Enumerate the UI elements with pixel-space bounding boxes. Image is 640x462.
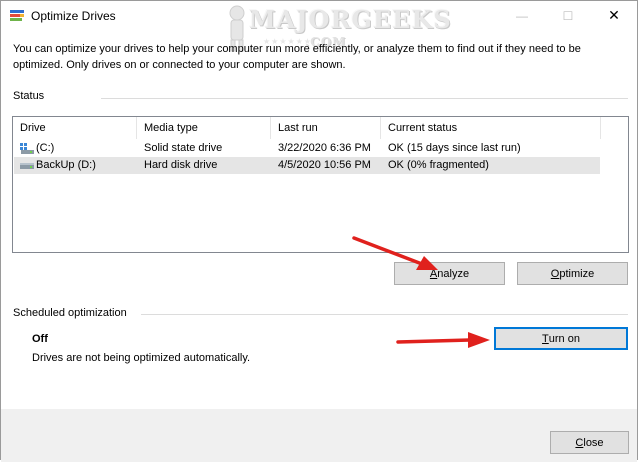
window-title: Optimize Drives [31,9,116,23]
media-type: Hard disk drive [144,159,218,171]
column-current-status[interactable]: Current status [381,117,601,139]
current-status: OK (0% fragmented) [388,159,489,171]
close-button[interactable]: Close [550,431,629,454]
description-text: You can optimize your drives to help you… [13,43,581,71]
column-last-run[interactable]: Last run [271,117,381,139]
column-drive-label: Drive [20,122,46,134]
schedule-state: Off [32,333,48,345]
optimize-drives-window: Optimize Drives — ☐ ✕ MAJORGEEKS ★★★★★★ … [0,0,638,462]
column-current-status-label: Current status [388,122,458,134]
drive-row-c[interactable]: (C:) Solid state drive 3/22/2020 6:36 PM… [14,140,600,157]
watermark-title: MAJORGEEKS [249,5,452,34]
scheduled-divider [141,314,628,315]
minimize-icon: — [516,8,528,23]
analyze-button[interactable]: Analyze [394,262,505,285]
optimize-accel: O [550,267,560,280]
defrag-app-icon [10,10,24,21]
analyze-label: nalyze [437,267,470,280]
hard-drive-icon [20,163,34,169]
drive-name: BackUp (D:) [36,159,96,171]
last-run: 3/22/2020 6:36 PM [278,142,371,154]
close-accel: C [575,436,584,449]
column-last-run-label: Last run [278,122,318,134]
dialog-footer: Close [1,409,637,462]
status-divider [101,98,628,99]
drives-list[interactable]: Drive Media type Last run Current status… [12,116,629,253]
drive-row-d[interactable]: BackUp (D:) Hard disk drive 4/5/2020 10:… [14,157,600,174]
drive-name: (C:) [36,142,55,154]
media-type: Solid state drive [144,142,223,154]
status-section-label: Status [13,90,45,102]
column-media-type-label: Media type [144,122,198,134]
minimize-button[interactable]: — [499,1,545,30]
turn-on-button[interactable]: Turn on [494,327,628,350]
maximize-icon: ☐ [562,8,574,23]
close-window-button[interactable]: ✕ [591,1,637,30]
analyze-accel: A [429,267,438,280]
maximize-button[interactable]: ☐ [545,1,591,30]
list-header: Drive Media type Last run Current status [13,117,628,139]
turn-on-label: urn on [548,332,580,345]
last-run: 4/5/2020 10:56 PM [278,159,371,171]
turn-on-accel: T [542,332,549,345]
optimize-label: ptimize [559,267,595,280]
close-label: lose [583,436,604,449]
current-status: OK (15 days since last run) [388,142,521,154]
schedule-description: Drives are not being optimized automatic… [32,352,251,364]
optimize-button[interactable]: Optimize [517,262,628,285]
system-drive-icon [20,143,34,154]
close-icon: ✕ [608,7,620,23]
column-drive[interactable]: Drive [13,117,137,139]
scheduled-section-label: Scheduled optimization [13,307,127,319]
column-media-type[interactable]: Media type [137,117,271,139]
